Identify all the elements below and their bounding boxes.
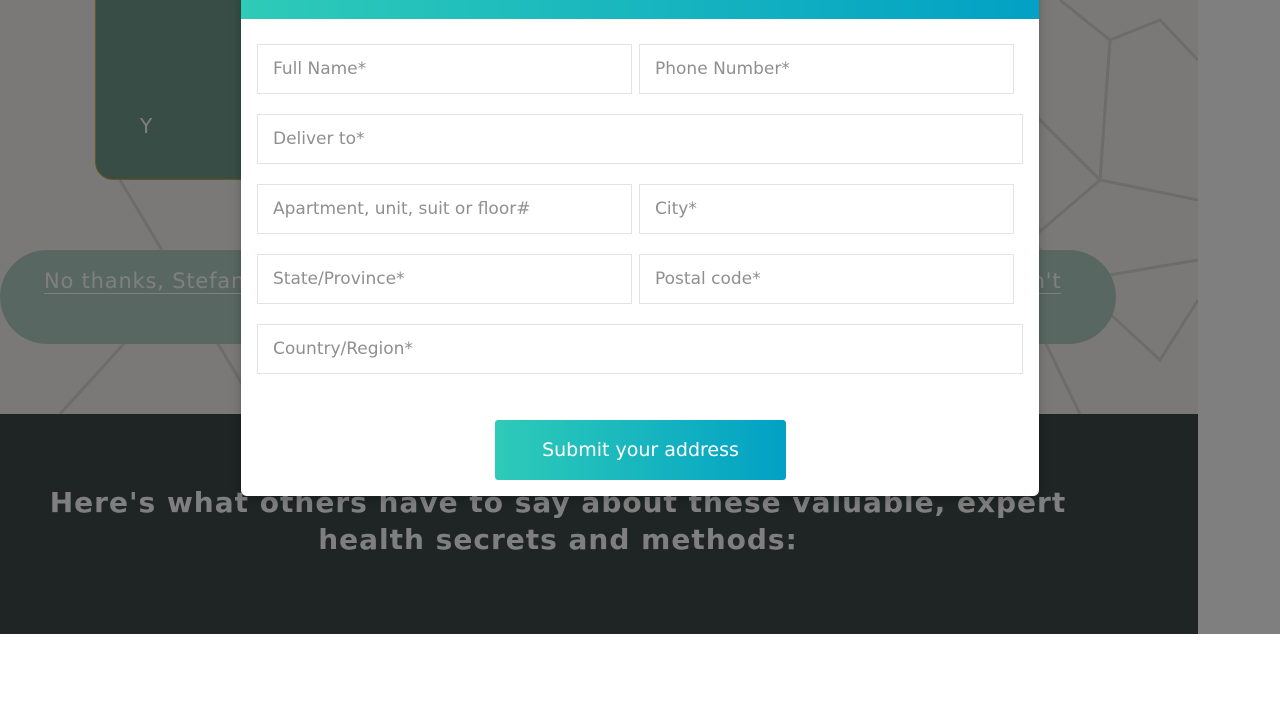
postal-code-input[interactable]: [639, 254, 1014, 304]
address-form-modal: Submit your address: [241, 0, 1039, 496]
modal-header-bar: [241, 0, 1039, 19]
country-region-input[interactable]: [257, 324, 1023, 374]
apartment-input[interactable]: [257, 184, 632, 234]
phone-number-input[interactable]: [639, 44, 1014, 94]
city-input[interactable]: [639, 184, 1014, 234]
state-province-input[interactable]: [257, 254, 632, 304]
full-name-input[interactable]: [257, 44, 632, 94]
deliver-to-input[interactable]: [257, 114, 1023, 164]
submit-address-button[interactable]: Submit your address: [495, 420, 786, 480]
